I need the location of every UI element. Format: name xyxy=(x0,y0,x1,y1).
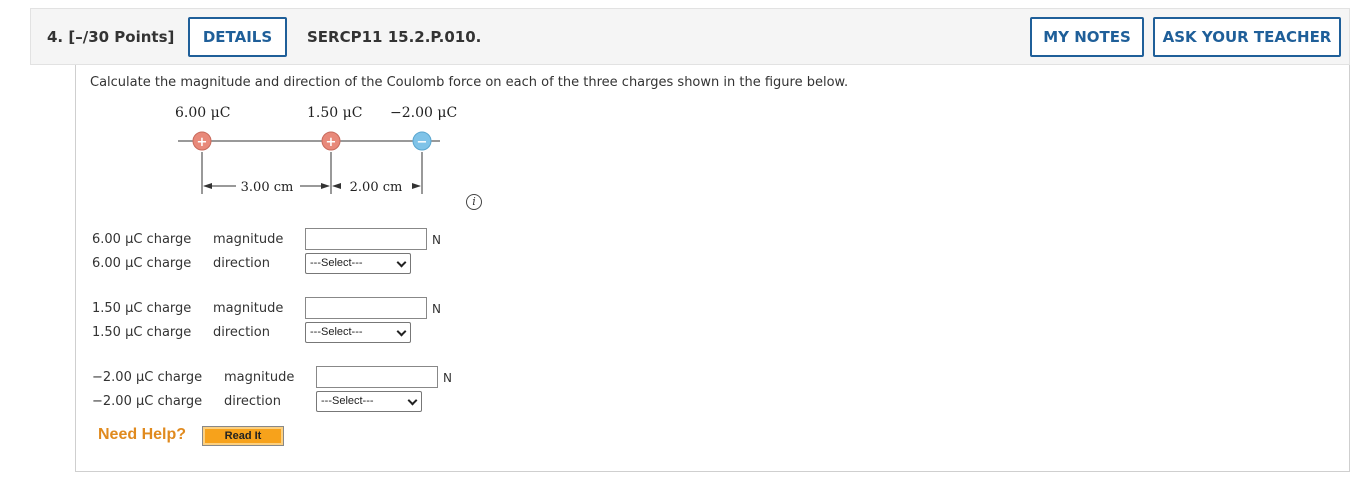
plus-sign-2: + xyxy=(326,135,337,150)
unit-label-row3: N xyxy=(432,302,441,316)
charge-label-1: 6.00 μC xyxy=(175,105,230,121)
need-help-label: Need Help? xyxy=(98,426,187,443)
charge-label-row1: 6.00 μC charge xyxy=(92,232,192,247)
question-number: 4. [–/30 Points] xyxy=(47,28,175,46)
question-header: 4. [–/30 Points] DETAILS SERCP11 15.2.P.… xyxy=(30,8,1350,65)
charge-figure: 6.00 μC 1.50 μC −2.00 μC + + − 3.00 cm 2… xyxy=(175,105,457,195)
direction-select-charge1[interactable]: ---Select--- xyxy=(305,253,411,274)
charge-label-row6: −2.00 μC charge xyxy=(92,394,203,409)
magnitude-input-charge3[interactable] xyxy=(316,366,438,388)
field-label-row5: magnitude xyxy=(224,370,295,385)
select-value: ---Select--- xyxy=(321,395,374,407)
magnitude-input-charge1[interactable] xyxy=(305,228,427,250)
minus-sign-3: − xyxy=(417,135,428,150)
charge-label-row3: 1.50 μC charge xyxy=(92,301,192,316)
my-notes-button[interactable]: MY NOTES xyxy=(1030,17,1144,57)
field-label-row1: magnitude xyxy=(213,232,284,247)
info-icon[interactable]: i xyxy=(466,194,482,210)
dim-arrow-left-a xyxy=(203,183,212,189)
chevron-down-icon xyxy=(396,257,407,268)
charge-label-2: 1.50 μC xyxy=(307,105,362,121)
distance-label-1: 3.00 cm xyxy=(241,180,294,195)
charge-label-row5: −2.00 μC charge xyxy=(92,370,203,385)
dim-arrow-right-b xyxy=(412,183,421,189)
field-label-row3: magnitude xyxy=(213,301,284,316)
question-prompt: Calculate the magnitude and direction of… xyxy=(90,75,849,90)
field-label-row2: direction xyxy=(213,256,270,271)
dim-arrow-right-a xyxy=(332,183,341,189)
question-code: SERCP11 15.2.P.010. xyxy=(307,28,482,46)
field-label-row4: direction xyxy=(213,325,270,340)
dim-arrow-left-b xyxy=(321,183,330,189)
magnitude-input-charge2[interactable] xyxy=(305,297,427,319)
charge-label-row2: 6.00 μC charge xyxy=(92,256,192,271)
select-value: ---Select--- xyxy=(310,326,363,338)
charge-label-row4: 1.50 μC charge xyxy=(92,325,192,340)
ask-teacher-button[interactable]: ASK YOUR TEACHER xyxy=(1153,17,1341,57)
chevron-down-icon xyxy=(407,395,418,406)
field-label-row6: direction xyxy=(224,394,281,409)
unit-label-row1: N xyxy=(432,233,441,247)
distance-label-2: 2.00 cm xyxy=(350,180,403,195)
read-it-button[interactable]: Read It xyxy=(202,426,284,446)
direction-select-charge2[interactable]: ---Select--- xyxy=(305,322,411,343)
direction-select-charge3[interactable]: ---Select--- xyxy=(316,391,422,412)
charge-label-3: −2.00 μC xyxy=(390,105,457,121)
details-button[interactable]: DETAILS xyxy=(188,17,287,57)
chevron-down-icon xyxy=(396,326,407,337)
select-value: ---Select--- xyxy=(310,257,363,269)
unit-label-row5: N xyxy=(443,371,452,385)
plus-sign-1: + xyxy=(197,135,208,150)
